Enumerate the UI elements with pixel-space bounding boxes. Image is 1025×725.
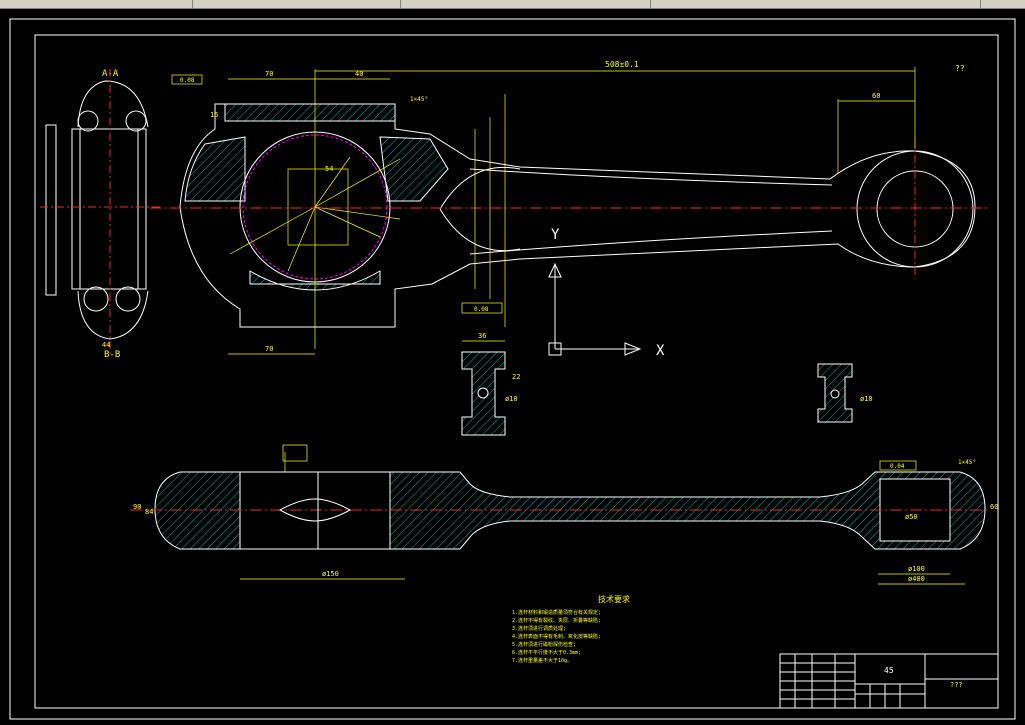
cad-drawing-canvas[interactable]: A-A B-B 44 — [0, 9, 1025, 725]
technical-requirements: 技术要求 1.连杆材料和锻造质量须符合有关规定; 2.连杆不得有裂纹、夹层、折叠… — [512, 594, 630, 664]
window-top-bar — [0, 0, 1025, 9]
roughness-corner: ?? — [955, 64, 965, 73]
chamfer-a: 1×45° — [410, 96, 428, 103]
shank-section-2: ø10 — [817, 363, 873, 423]
front-view: 508±0.1 60 ?? 70 40 70 15 54 0.08 0.08 1… — [150, 60, 990, 355]
ucs-x-label: X — [656, 343, 665, 359]
note-7: 7.连杆重量差不大于10g。 — [512, 657, 572, 664]
dim-150: ø150 — [322, 570, 339, 578]
note-4: 4.连杆表面不得有毛刺、氧化皮等缺陷; — [512, 633, 601, 640]
dim-70b: 70 — [265, 345, 273, 353]
chamfer-b: 1×45° — [958, 459, 976, 466]
dim-70a: 70 — [265, 70, 273, 78]
title-block: 45 ??? — [779, 653, 999, 709]
dim-15: 15 — [210, 111, 218, 119]
dim-54: 54 — [325, 165, 333, 173]
title-cell: ??? — [950, 681, 963, 689]
dim-400: ø400 — [908, 575, 925, 583]
shank-section-1: 36 22 ø10 — [461, 332, 520, 436]
note-3: 3.连杆须进行调质处理; — [512, 625, 566, 632]
dim-44: 44 — [102, 341, 110, 349]
note-2: 2.连杆不得有裂纹、夹层、折叠等缺陷; — [512, 617, 601, 624]
tolerance-a: 0.08 — [474, 306, 489, 313]
material-cell: 45 — [884, 666, 894, 675]
dim-84: 84 — [145, 508, 153, 516]
note-1: 1.连杆材料和锻造质量须符合有关规定; — [512, 609, 601, 616]
tolerance-c: 0.04 — [890, 463, 905, 470]
notes-title: 技术要求 — [598, 594, 630, 604]
dim-40: 40 — [355, 70, 363, 78]
dim-10a: ø10 — [505, 395, 518, 403]
connecting-rod-drawing: A-A B-B 44 — [9, 18, 1016, 720]
dim-90: 90 — [133, 503, 141, 511]
dim-50: ø50 — [905, 513, 918, 521]
ucs-y-label: Y — [551, 227, 560, 243]
side-section-view: A-A B-B 44 — [40, 69, 160, 360]
note-6: 6.连杆不平行度不大于0.3mm; — [512, 649, 581, 656]
small-end-offset-dim: 60 — [872, 92, 880, 100]
dim-60: 60 — [990, 503, 998, 511]
dim-22: 22 — [512, 373, 520, 381]
section-bb-label: B-B — [104, 350, 120, 360]
note-5: 5.连杆须进行磁粉探伤检查; — [512, 641, 576, 648]
length-dimension: 508±0.1 — [605, 60, 639, 69]
dim-36: 36 — [478, 332, 486, 340]
dim-10b: ø10 — [860, 395, 873, 403]
inner-frame — [34, 34, 999, 709]
top-section-view: ø150 ø100 ø400 90 60 84 ø50 0.04 1×45° — [130, 444, 998, 585]
tolerance-b: 0.08 — [180, 77, 195, 84]
dim-100: ø100 — [908, 565, 925, 573]
